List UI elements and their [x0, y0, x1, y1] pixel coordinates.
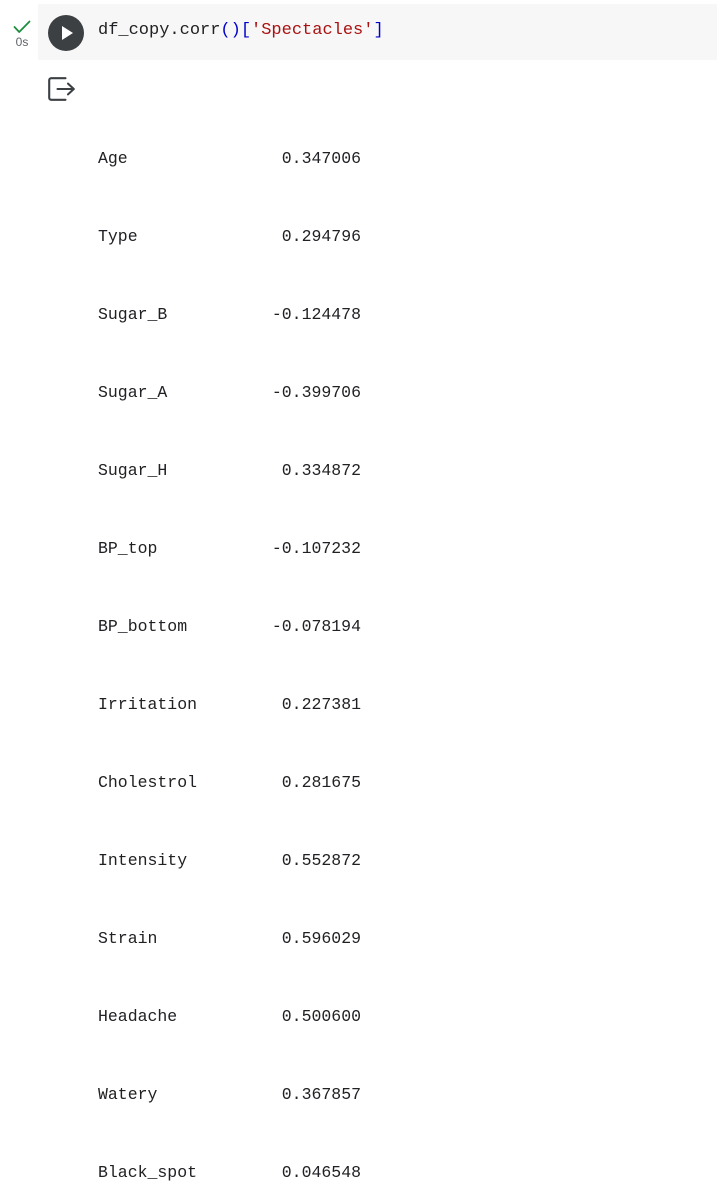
code-token-open-bracket: [ — [240, 21, 252, 40]
output-row: Cholestrol 0.281675 — [98, 770, 415, 796]
row-label: Intensity — [98, 851, 188, 870]
output-row: Black_spot 0.046548 — [98, 1160, 415, 1186]
code-token-parens: () — [220, 21, 241, 40]
output-arrow-icon — [48, 77, 75, 101]
run-cell-button[interactable] — [48, 15, 84, 51]
row-label: BP_bottom — [98, 617, 188, 636]
output-row: Irritation 0.227381 — [98, 692, 415, 718]
code-token-string: 'Spectacles' — [251, 21, 374, 40]
row-label: Sugar_B — [98, 305, 168, 324]
row-value: -0.107232 — [271, 539, 361, 558]
output-row: Age 0.347006 — [98, 146, 415, 172]
row-label: Watery — [98, 1085, 158, 1104]
row-value: 0.347006 — [281, 149, 361, 168]
play-icon — [62, 26, 73, 40]
output-row: Sugar_B -0.124478 — [98, 302, 415, 328]
row-value: 0.334872 — [281, 461, 361, 480]
row-value: 0.281675 — [281, 773, 361, 792]
notebook-cell-container: 0s df_copy.corr()['Spectacles'] Age 0.347… — [0, 0, 717, 1182]
code-token-close-bracket: ] — [373, 21, 384, 40]
output-row: Sugar_H 0.334872 — [98, 458, 415, 484]
row-value: 0.046548 — [281, 1163, 361, 1182]
output-row: Watery 0.367857 — [98, 1082, 415, 1108]
row-label: Sugar_H — [98, 461, 168, 480]
row-label: Headache — [98, 1007, 178, 1026]
row-label: Irritation — [98, 695, 198, 714]
row-value: -0.124478 — [271, 305, 361, 324]
row-value: 0.552872 — [281, 851, 361, 870]
output-row: Strain 0.596029 — [98, 926, 415, 952]
row-value: -0.399706 — [271, 383, 361, 402]
code-editor-line[interactable]: df_copy.corr()['Spectacles'] — [98, 19, 384, 43]
row-label: Strain — [98, 929, 158, 948]
row-value: 0.596029 — [281, 929, 361, 948]
row-value: 0.500600 — [281, 1007, 361, 1026]
output-row: Intensity 0.552872 — [98, 848, 415, 874]
series-output-text: Age 0.347006 Type 0.294796 Sugar_B -0.12447… — [98, 68, 415, 1204]
output-row: Headache 0.500600 — [98, 1004, 415, 1030]
row-label: Black_spot — [98, 1163, 198, 1182]
row-value: -0.078194 — [271, 617, 361, 636]
row-label: Type — [98, 227, 138, 246]
output-row: BP_bottom -0.078194 — [98, 614, 415, 640]
output-row: Sugar_A -0.399706 — [98, 380, 415, 406]
row-label: BP_top — [98, 539, 158, 558]
execution-status: 0s — [8, 20, 36, 48]
row-value: 0.367857 — [281, 1085, 361, 1104]
row-value: 0.294796 — [281, 227, 361, 246]
row-label: Sugar_A — [98, 383, 168, 402]
row-label: Age — [98, 149, 128, 168]
execution-time-label: 0s — [15, 35, 29, 49]
output-row: Type 0.294796 — [98, 224, 415, 250]
output-row: BP_top -0.107232 — [98, 536, 415, 562]
check-icon — [13, 20, 31, 33]
code-token-identifier: df_copy.corr — [98, 21, 221, 40]
row-value: 0.227381 — [281, 695, 361, 714]
row-label: Cholestrol — [98, 773, 198, 792]
